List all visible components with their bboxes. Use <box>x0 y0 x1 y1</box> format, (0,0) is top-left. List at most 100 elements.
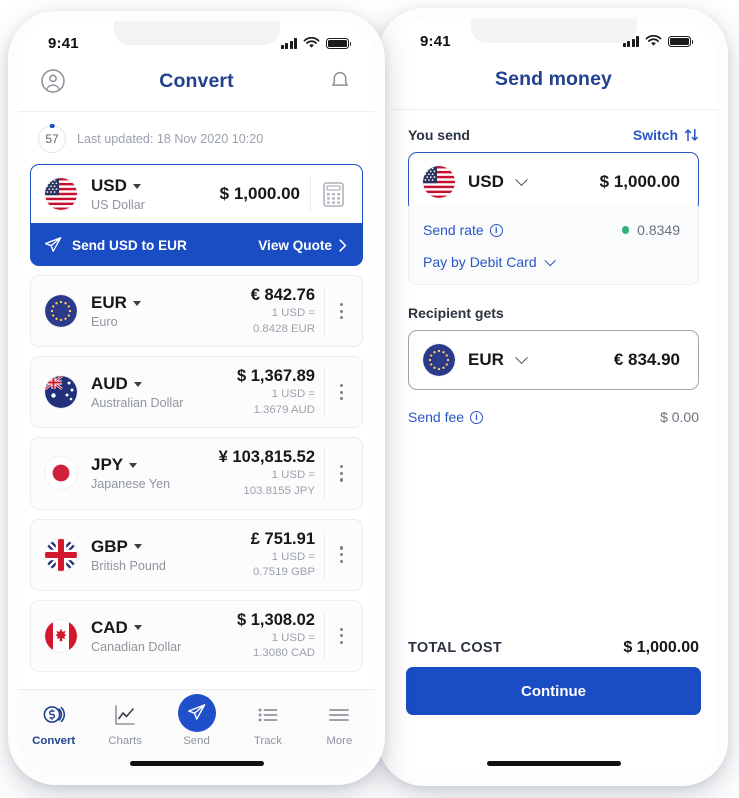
status-clock: 9:41 <box>420 32 451 50</box>
switch-arrows-icon <box>684 128 698 142</box>
table-row[interactable]: CAD Canadian Dollar $ 1,308.02 1 USD = 1… <box>30 599 363 672</box>
recipient-gets-label: Recipient gets <box>408 305 504 321</box>
status-icons <box>623 35 694 47</box>
payment-method-selector[interactable]: Pay by Debit Card <box>423 254 680 270</box>
send-fee-value: $ 0.00 <box>660 409 699 425</box>
list-icon <box>255 701 281 729</box>
flag-us-icon <box>423 166 455 198</box>
row-currency-code[interactable]: GBP <box>91 537 251 557</box>
total-cost-label: TOTAL COST <box>408 640 503 656</box>
row-currency-code[interactable]: AUD <box>91 374 237 394</box>
table-row[interactable]: JPY Japanese Yen ¥ 103,815.52 1 USD = 10… <box>30 437 363 510</box>
currency-code-text: CAD <box>91 617 128 637</box>
refresh-countdown[interactable]: 57 <box>38 125 66 153</box>
tab-track[interactable]: Track <box>232 701 303 747</box>
caret-down-icon <box>133 625 142 631</box>
tab-convert[interactable]: Convert <box>18 701 89 747</box>
row-currency-code[interactable]: EUR <box>91 293 251 313</box>
recipient-currency-selector[interactable]: EUR <box>423 344 528 376</box>
payment-method-label: Pay by Debit Card <box>423 254 537 270</box>
row-rate-line2: 1.3080 CAD <box>252 647 315 660</box>
send-rate-value: 0.8349 <box>637 222 680 238</box>
signal-bars-icon <box>281 38 297 49</box>
you-send-amount-value[interactable]: $ 1,000.00 <box>600 172 680 192</box>
bell-icon[interactable] <box>327 68 353 94</box>
recipient-amount-value[interactable]: € 834.90 <box>614 350 680 370</box>
tab-label: Convert <box>32 735 76 747</box>
row-currency-info: AUD Australian Dollar <box>91 374 237 410</box>
kebab-menu-icon[interactable] <box>324 529 358 580</box>
you-send-currency-selector[interactable]: USD <box>423 166 528 198</box>
row-amount: £ 751.91 <box>250 529 315 548</box>
tab-charts[interactable]: Charts <box>89 701 160 747</box>
home-indicator <box>486 761 621 766</box>
row-amount: ¥ 103,815.52 <box>218 448 315 467</box>
phone-convert: 9:41 Convert 57 Last updated: 18 Nov 202… <box>8 11 385 785</box>
tab-label: Send <box>183 735 210 747</box>
currency-code-text: AUD <box>91 374 128 394</box>
table-row[interactable]: GBP British Pound £ 751.91 1 USD = 0.751… <box>30 518 363 591</box>
row-rate-line1: 1 USD = <box>271 388 315 401</box>
row-currency-code[interactable]: CAD <box>91 618 237 638</box>
flag-eu-icon <box>423 344 455 376</box>
row-amount-block: $ 1,308.02 1 USD = 1.3080 CAD <box>237 611 315 661</box>
chevron-down-icon <box>515 350 528 364</box>
row-currency-info: JPY Japanese Yen <box>91 455 219 491</box>
kebab-menu-icon[interactable] <box>324 610 358 661</box>
profile-icon[interactable] <box>40 68 66 94</box>
tab-send[interactable]: Send <box>161 693 232 747</box>
screenshot-stage: 9:41 Send money You send Switch USD $ 1,… <box>0 0 739 798</box>
status-bar-send: 9:41 <box>390 19 717 57</box>
page-title: Send money <box>495 67 612 90</box>
send-rate-row: Send rate i 0.8349 <box>423 222 680 238</box>
currency-code-text: EUR <box>91 293 127 313</box>
row-rate-line1: 1 USD = <box>271 631 315 644</box>
row-amount-block: $ 1,367.89 1 USD = 1.3679 AUD <box>237 367 315 417</box>
paper-plane-icon <box>44 237 62 252</box>
send-fee-label-group[interactable]: Send fee i <box>408 409 484 425</box>
tab-more[interactable]: More <box>304 701 375 747</box>
page-title: Convert <box>159 69 234 92</box>
switch-button[interactable]: Switch <box>633 127 699 143</box>
row-currency-name: Australian Dollar <box>91 396 184 411</box>
recipient-amount-field[interactable]: EUR € 834.90 <box>408 330 699 390</box>
table-row[interactable]: AUD Australian Dollar $ 1,367.89 1 USD =… <box>30 356 363 429</box>
primary-currency-card[interactable]: USD US Dollar $ 1,000.00 <box>30 164 363 224</box>
total-cost-row: TOTAL COST $ 1,000.00 <box>408 639 699 657</box>
flag-ca-icon <box>45 619 77 652</box>
send-rate-label-group[interactable]: Send rate i <box>423 222 503 238</box>
primary-amount-value[interactable]: $ 1,000.00 <box>220 184 300 204</box>
info-icon[interactable]: i <box>489 223 503 237</box>
convert-screen: 9:41 Convert 57 Last updated: 18 Nov 202… <box>18 21 375 775</box>
row-currency-code[interactable]: JPY <box>91 455 219 475</box>
send-fee-row: Send fee i $ 0.00 <box>408 409 699 425</box>
send-fab[interactable] <box>177 693 216 732</box>
signal-bars-icon <box>623 36 639 47</box>
calculator-button[interactable] <box>310 176 356 212</box>
line-chart-icon <box>112 701 138 729</box>
home-indicator <box>129 761 264 766</box>
send-banner-label: Send USD to EUR <box>72 237 187 253</box>
view-quote-button[interactable]: View Quote <box>258 238 347 253</box>
kebab-menu-icon[interactable] <box>324 448 358 499</box>
kebab-menu-icon[interactable] <box>324 367 358 418</box>
flag-us-icon <box>45 178 77 210</box>
send-fee-label: Send fee <box>408 409 465 425</box>
send-quote-banner[interactable]: Send USD to EUR View Quote <box>30 224 363 266</box>
send-money-header: Send money <box>390 57 717 101</box>
primary-currency-code[interactable]: USD <box>91 176 220 196</box>
convert-header: Convert <box>18 59 375 103</box>
info-icon[interactable]: i <box>470 410 484 424</box>
currency-code-text: USD <box>91 176 127 195</box>
green-dot-icon <box>621 226 630 234</box>
kebab-menu-icon[interactable] <box>324 286 358 337</box>
rate-card: Send rate i 0.8349 Pay by Debit Card <box>408 206 699 285</box>
status-clock: 9:41 <box>48 34 79 52</box>
table-row[interactable]: EUR Euro € 842.76 1 USD = 0.8428 EUR <box>30 275 363 348</box>
wifi-icon <box>645 35 662 46</box>
send-rate-label: Send rate <box>423 222 484 238</box>
continue-button[interactable]: Continue <box>406 667 701 715</box>
tab-label: Charts <box>108 735 142 747</box>
battery-icon <box>326 37 352 49</box>
you-send-amount-field[interactable]: USD $ 1,000.00 <box>408 152 699 212</box>
